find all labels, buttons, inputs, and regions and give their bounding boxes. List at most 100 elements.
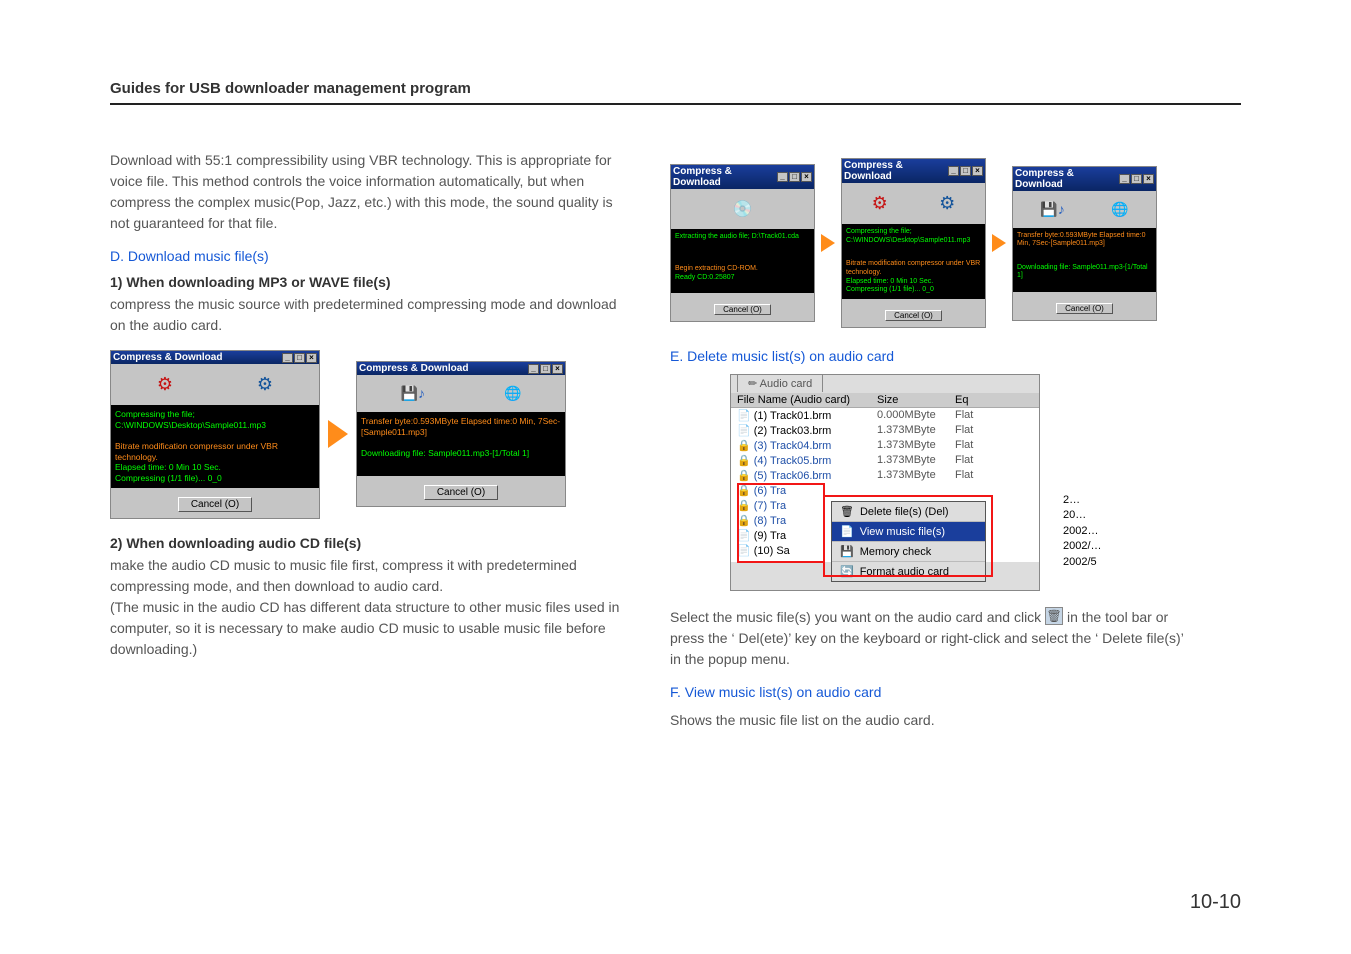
- cancel-button[interactable]: Cancel (O): [714, 304, 771, 315]
- table-row[interactable]: 🔒(6) Tra: [731, 483, 1039, 498]
- close-icon[interactable]: ×: [972, 166, 983, 176]
- section-e-title: E. Delete music list(s) on audio card: [670, 348, 1190, 364]
- status-line: Bitrate modification compressor under VB…: [115, 441, 278, 462]
- ctx-memory[interactable]: 💾 Memory check: [832, 542, 985, 562]
- globe-icon: 🌐: [1111, 201, 1128, 218]
- col-size[interactable]: Size: [877, 394, 955, 406]
- d1-flow: Compress & Download _ □ × ⚙ ⚙ Compressin…: [110, 350, 630, 519]
- close-icon[interactable]: ×: [306, 353, 317, 363]
- gear-icon: ⚙: [257, 374, 273, 395]
- file-icon: 📄: [737, 545, 751, 557]
- status-line: Transfer byte:0.593MByte Elapsed time:0 …: [1017, 232, 1146, 248]
- dialog-title: Compress & Download: [844, 160, 948, 182]
- file-icon: 🔒: [737, 485, 751, 497]
- dialog-title: Compress & Download: [359, 363, 468, 374]
- status-line: Transfer byte:0.593MByte Elapsed time:0 …: [361, 416, 560, 437]
- text-span: Select the music file(s) you want on the…: [670, 609, 1045, 625]
- date-label: 2…: [1063, 493, 1102, 508]
- maximize-icon[interactable]: □: [1131, 174, 1142, 184]
- context-menu: 🗑 Delete file(s) (Del) 📄 View music file…: [831, 501, 986, 582]
- page-header: Guides for USB downloader management pro…: [110, 80, 1241, 105]
- tab-audio-card[interactable]: ✏ Audio card: [737, 374, 823, 392]
- cancel-button[interactable]: Cancel (O): [424, 485, 498, 500]
- col-eq[interactable]: Eq: [955, 394, 987, 406]
- maximize-icon[interactable]: □: [789, 172, 800, 182]
- globe-icon: 🌐: [504, 385, 521, 402]
- gear-icon: ⚙: [157, 374, 173, 395]
- status-line: Elapsed time: 0 Min 10 Sec.: [115, 462, 221, 472]
- ctx-format[interactable]: 🔄 Format audio card: [832, 562, 985, 581]
- close-icon[interactable]: ×: [1143, 174, 1154, 184]
- status-line: Downloading file: Sample011.mp3-[1/Total…: [361, 448, 529, 458]
- list-header: File Name (Audio card) Size Eq: [731, 393, 1039, 408]
- minimize-icon[interactable]: _: [282, 353, 293, 363]
- dialog-compress-1: Compress & Download _ □ × ⚙ ⚙ Compressin…: [110, 350, 320, 519]
- file-icon: 🔒: [737, 515, 751, 527]
- date-label: 2002/5: [1063, 555, 1102, 570]
- dialog-title: Compress & Download: [673, 166, 777, 188]
- table-row[interactable]: 🔒(5) Track06.brm1.373MByteFlat: [731, 468, 1039, 483]
- date-label: 2002…: [1063, 524, 1102, 539]
- status-line: C:\WINDOWS\Desktop\Sample011.mp3: [846, 237, 970, 244]
- dialog-extract: Compress & Download _ □ × 💿 Extracting t…: [670, 164, 815, 322]
- audio-card-panel: ✏ Audio card File Name (Audio card) Size…: [730, 374, 1040, 591]
- d2-flow: Compress & Download _ □ × 💿 Extracting t…: [670, 158, 1190, 328]
- file-icon: 📄: [737, 410, 751, 422]
- status-line: Elapsed time: 0 Min 10 Sec.: [846, 278, 933, 285]
- status-line: Compressing the file;: [115, 409, 195, 419]
- cancel-button[interactable]: Cancel (O): [178, 497, 252, 512]
- dialog-title: Compress & Download: [113, 352, 222, 363]
- close-icon[interactable]: ×: [801, 172, 812, 182]
- close-icon[interactable]: ×: [552, 364, 563, 374]
- ctx-delete[interactable]: 🗑 Delete file(s) (Del): [832, 502, 985, 522]
- dialog-download-1: Compress & Download _ □ × 💾♪ 🌐 Transfer …: [356, 361, 566, 507]
- maximize-icon[interactable]: □: [294, 353, 305, 363]
- floppy-icon: 💾♪: [1040, 201, 1064, 218]
- floppy-icon: 💾♪: [401, 385, 425, 402]
- maximize-icon[interactable]: □: [540, 364, 551, 374]
- arrow-right-icon: [992, 234, 1006, 252]
- section-d-title: D. Download music file(s): [110, 248, 630, 264]
- gear-icon: ⚙: [872, 193, 888, 214]
- col-filename[interactable]: File Name (Audio card): [737, 394, 877, 406]
- d2-body: make the audio CD music to music file fi…: [110, 555, 630, 660]
- status-line: Ready CD:0.25807: [675, 274, 735, 281]
- side-date-labels: 2…20…2002…2002/…2002/5: [1063, 493, 1102, 570]
- status-line: C:\WINDOWS\Desktop\Sample011.mp3: [115, 420, 266, 430]
- delete-toolbar-icon[interactable]: 🗑: [1045, 607, 1063, 625]
- section-f-title: F. View music list(s) on audio card: [670, 684, 1190, 700]
- file-icon: 🔒: [737, 500, 751, 512]
- arrow-right-icon: [328, 420, 348, 448]
- minimize-icon[interactable]: _: [948, 166, 959, 176]
- right-column: Compress & Download _ □ × 💿 Extracting t…: [670, 150, 1190, 745]
- file-icon: 📄: [737, 530, 751, 542]
- dialog-download-2: Compress & Download _ □ × 💾♪🌐 Transfer b…: [1012, 166, 1157, 321]
- ctx-label: Memory check: [860, 546, 932, 558]
- table-row[interactable]: 🔒(3) Track04.brm1.373MByteFlat: [731, 438, 1039, 453]
- status-line: Extracting the audio file; D:\Track01.cd…: [675, 233, 799, 240]
- table-row[interactable]: 📄(1) Track01.brm0.000MByteFlat: [731, 408, 1039, 423]
- status-line: Compressing (1/1 file)... 0_0: [846, 286, 934, 293]
- ctx-label: Format audio card: [860, 566, 949, 578]
- dialog-compress-2: Compress & Download _ □ × ⚙⚙ Compressing…: [841, 158, 986, 328]
- cd-icon: 💿: [733, 199, 753, 219]
- minimize-icon[interactable]: _: [1119, 174, 1130, 184]
- status-line: Bitrate modification compressor under VB…: [846, 260, 980, 276]
- date-label: 2002/…: [1063, 539, 1102, 554]
- arrow-right-icon: [821, 234, 835, 252]
- ctx-view[interactable]: 📄 View music file(s): [832, 522, 985, 542]
- d1-body: compress the music source with predeterm…: [110, 294, 630, 336]
- cancel-button[interactable]: Cancel (O): [885, 310, 942, 321]
- minimize-icon[interactable]: _: [528, 364, 539, 374]
- file-icon: 🔒: [737, 440, 751, 452]
- cancel-button[interactable]: Cancel (O): [1056, 303, 1113, 314]
- file-icon: 🔒: [737, 455, 751, 467]
- ctx-label: Delete file(s) (Del): [860, 506, 949, 518]
- table-row[interactable]: 📄(2) Track03.brm1.373MByteFlat: [731, 423, 1039, 438]
- d1-title: 1) When downloading MP3 or WAVE file(s): [110, 274, 630, 290]
- table-row[interactable]: 🔒(4) Track05.brm1.373MByteFlat: [731, 453, 1039, 468]
- minimize-icon[interactable]: _: [777, 172, 788, 182]
- file-icon: 🔒: [737, 470, 751, 482]
- ctx-label: View music file(s): [860, 526, 945, 538]
- maximize-icon[interactable]: □: [960, 166, 971, 176]
